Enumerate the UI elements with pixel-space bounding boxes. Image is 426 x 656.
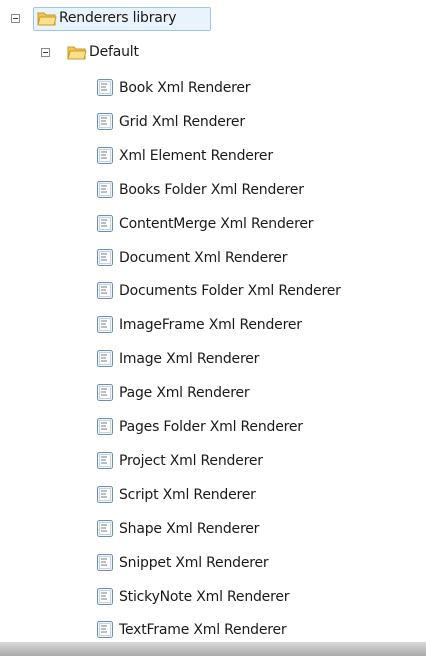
renderers-tree: Renderers library Default Book Xml Rende… (0, 0, 426, 656)
tree-node-label: ContentMerge Xml Renderer (119, 216, 314, 232)
tree-node-renderer-item[interactable]: Document Xml Renderer (0, 245, 426, 271)
tree-node-renderer-item[interactable]: Shape Xml Renderer (0, 516, 426, 542)
tree-node-label: Pages Folder Xml Renderer (119, 419, 303, 435)
tree-node-label: Project Xml Renderer (119, 453, 263, 469)
tree-node-renderer-item[interactable]: Script Xml Renderer (0, 482, 426, 508)
tree-node-label: Script Xml Renderer (119, 487, 256, 503)
collapse-toggle-icon[interactable] (41, 48, 50, 57)
tree-node-label: Renderers library (59, 10, 177, 26)
document-icon (97, 316, 113, 333)
tree-node-renderer-item[interactable]: Xml Element Renderer (0, 143, 426, 169)
document-icon (97, 588, 113, 605)
tree-node-label: StickyNote Xml Renderer (119, 589, 290, 605)
tree-node-renderer-item[interactable]: Project Xml Renderer (0, 448, 426, 474)
document-icon (97, 554, 113, 571)
document-icon (97, 418, 113, 435)
tree-node-label: Shape Xml Renderer (119, 521, 260, 537)
document-icon (97, 621, 113, 638)
document-icon (97, 452, 113, 469)
tree-node-label: ImageFrame Xml Renderer (119, 317, 302, 333)
folder-icon (67, 46, 87, 60)
document-icon (97, 113, 113, 130)
document-icon (97, 215, 113, 232)
tree-node-renderer-item[interactable]: Image Xml Renderer (0, 346, 426, 372)
document-icon (97, 249, 113, 266)
document-icon (97, 181, 113, 198)
tree-node-renderer-item[interactable]: Documents Folder Xml Renderer (0, 278, 426, 304)
collapse-toggle-icon[interactable] (11, 14, 20, 23)
document-icon (97, 79, 113, 96)
tree-node-renderer-item[interactable]: Pages Folder Xml Renderer (0, 414, 426, 440)
document-icon (97, 384, 113, 401)
tree-node-renderer-item[interactable]: StickyNote Xml Renderer (0, 584, 426, 610)
tree-node-renderer-item[interactable]: Book Xml Renderer (0, 75, 426, 101)
tree-node-renderer-item[interactable]: ContentMerge Xml Renderer (0, 211, 426, 237)
tree-node-label: Grid Xml Renderer (119, 114, 245, 130)
tree-node-label: Page Xml Renderer (119, 385, 250, 401)
document-icon (97, 520, 113, 537)
tree-node-label: Default (89, 44, 139, 60)
tree-node-label: Snippet Xml Renderer (119, 555, 269, 571)
tree-node-renderer-item[interactable]: Grid Xml Renderer (0, 109, 426, 135)
tree-node-label: Xml Element Renderer (119, 148, 273, 164)
tree-node-renderer-item[interactable]: Books Folder Xml Renderer (0, 177, 426, 203)
tree-node-renderer-item[interactable]: Page Xml Renderer (0, 380, 426, 406)
horizontal-scrollbar[interactable] (0, 642, 426, 656)
tree-node-label: TextFrame Xml Renderer (119, 622, 287, 638)
tree-node-default[interactable]: Default (0, 40, 426, 66)
tree-node-label: Image Xml Renderer (119, 351, 260, 367)
document-icon (97, 282, 113, 299)
tree-node-label: Documents Folder Xml Renderer (119, 283, 341, 299)
tree-node-renderer-item[interactable]: TextFrame Xml Renderer (0, 617, 426, 643)
folder-icon (37, 12, 57, 26)
document-icon (97, 350, 113, 367)
tree-node-label: Books Folder Xml Renderer (119, 182, 304, 198)
document-icon (97, 486, 113, 503)
tree-node-renderer-item[interactable]: ImageFrame Xml Renderer (0, 312, 426, 338)
tree-node-label: Book Xml Renderer (119, 80, 251, 96)
tree-node-renderers-library[interactable]: Renderers library (0, 6, 426, 32)
tree-node-renderer-item[interactable]: Snippet Xml Renderer (0, 550, 426, 576)
tree-node-label: Document Xml Renderer (119, 250, 288, 266)
document-icon (97, 147, 113, 164)
